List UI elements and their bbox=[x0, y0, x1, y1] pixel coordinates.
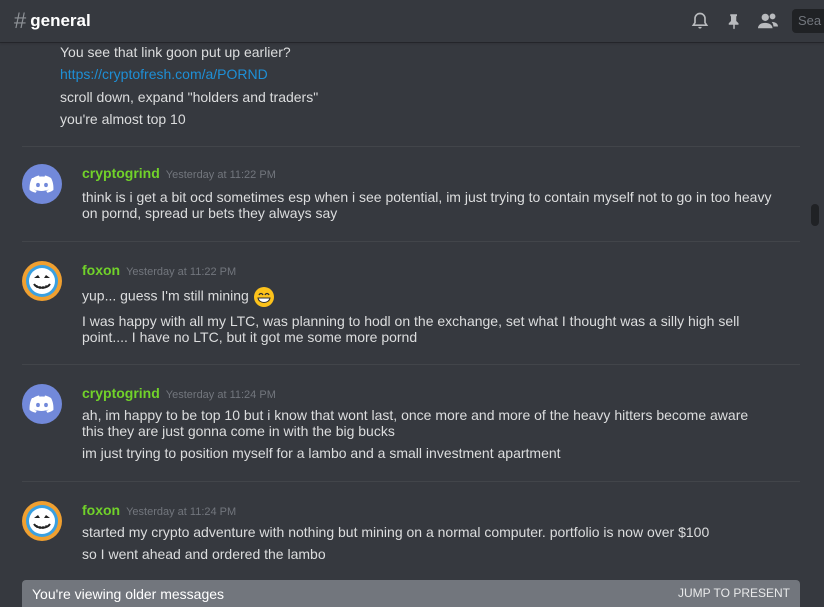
message-line: so I went ahead and ordered the lambo bbox=[82, 546, 326, 562]
message-line: scroll down, expand "holders and traders… bbox=[60, 89, 319, 105]
older-messages-bar: You're viewing older messages JUMP TO PR… bbox=[22, 580, 800, 607]
older-messages-text: You're viewing older messages bbox=[32, 585, 225, 602]
username[interactable]: foxon bbox=[82, 502, 120, 518]
username[interactable]: cryptogrind bbox=[82, 385, 160, 401]
message-header: cryptogrind Yesterday at 11:24 PM bbox=[82, 384, 276, 404]
scrollbar-thumb[interactable] bbox=[811, 204, 819, 226]
username[interactable]: cryptogrind bbox=[82, 165, 160, 181]
header-toolbar: Sea bbox=[688, 0, 824, 42]
channel-header: # general Sea bbox=[0, 0, 824, 42]
message-line: started my crypto adventure with nothing… bbox=[82, 524, 710, 540]
messages-list: You see that link goon put up earlier? h… bbox=[0, 42, 806, 607]
message-line: I was happy with all my LTC, was plannin… bbox=[82, 313, 740, 345]
username[interactable]: foxon bbox=[82, 262, 120, 278]
message-divider bbox=[22, 364, 800, 365]
message-divider bbox=[22, 241, 800, 242]
message-link[interactable]: https://cryptofresh.com/a/PORND bbox=[60, 66, 750, 82]
timestamp: Yesterday at 11:24 PM bbox=[165, 389, 276, 401]
timestamp: Yesterday at 11:22 PM bbox=[126, 266, 237, 278]
hash-icon: # bbox=[14, 8, 27, 33]
message-divider bbox=[22, 146, 800, 147]
message-line: think is i get a bit ocd sometimes esp w… bbox=[82, 189, 772, 221]
discord-icon[interactable] bbox=[22, 164, 62, 204]
message-line: ah, im happy to be top 10 but i know tha… bbox=[82, 407, 749, 439]
message-header: foxon Yesterday at 11:24 PM bbox=[82, 501, 236, 521]
message-header: foxon Yesterday at 11:22 PM bbox=[82, 261, 236, 281]
timestamp: Yesterday at 11:24 PM bbox=[126, 506, 237, 518]
message-line: im just trying to position myself for a … bbox=[82, 445, 561, 461]
skull-avatar[interactable] bbox=[22, 501, 62, 541]
channel-name: general bbox=[30, 11, 91, 30]
message-line: you're almost top 10 bbox=[60, 111, 186, 127]
scrollbar[interactable] bbox=[806, 42, 824, 607]
message-header: cryptogrind Yesterday at 11:22 PM bbox=[82, 164, 276, 184]
jump-to-present-button[interactable]: JUMP TO PRESENT bbox=[678, 586, 790, 600]
bell-icon[interactable] bbox=[688, 9, 712, 33]
skull-avatar[interactable] bbox=[22, 261, 62, 301]
search-input[interactable]: Sea bbox=[792, 9, 824, 33]
message-text: yup... guess I'm still mining bbox=[82, 287, 249, 304]
grinning-emoji-icon bbox=[253, 286, 275, 308]
message-divider bbox=[22, 481, 800, 482]
pin-icon[interactable] bbox=[722, 9, 746, 33]
message-line: yup... guess I'm still mining bbox=[82, 286, 772, 308]
members-icon[interactable] bbox=[756, 9, 780, 33]
timestamp: Yesterday at 11:22 PM bbox=[165, 169, 276, 181]
discord-icon[interactable] bbox=[22, 384, 62, 424]
message-line: You see that link goon put up earlier? bbox=[60, 44, 291, 60]
